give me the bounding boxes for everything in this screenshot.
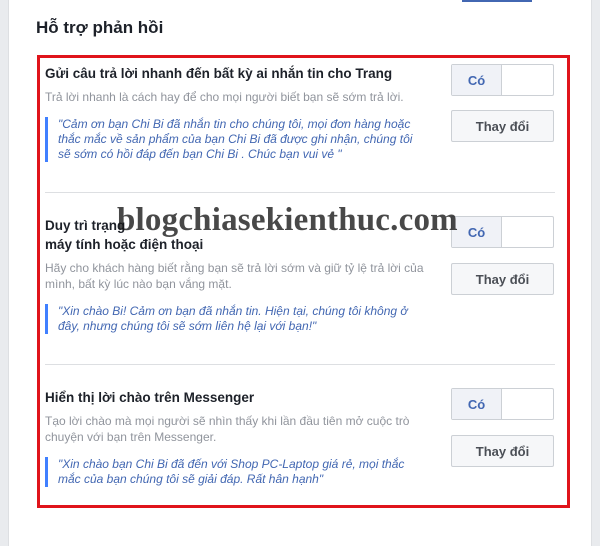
change-button[interactable]: Thay đổi (451, 263, 554, 295)
section-quick-reply: Gửi câu trả lời nhanh đến bất kỳ ai nhắn… (45, 64, 560, 162)
top-tab-indicator (462, 0, 532, 2)
section-description: Tạo lời chào mà mọi người sẽ nhìn thấy k… (45, 414, 410, 444)
section-title-line2: máy tính hoặc điện thoại (45, 237, 204, 252)
enable-toggle[interactable]: Có (451, 388, 554, 420)
change-button[interactable]: Thay đổi (451, 110, 554, 142)
toggle-on-label: Có (452, 389, 502, 419)
message-preview: "Xin chào Bi! Cảm ơn bạn đã nhắn tin. Hi… (45, 304, 420, 334)
enable-toggle[interactable]: Có (451, 216, 554, 248)
section-divider (45, 192, 555, 193)
change-button[interactable]: Thay đổi (451, 435, 554, 467)
page-title: Hỗ trợ phản hồi (36, 18, 164, 37)
section-title: Hiển thị lời chào trên Messenger (45, 390, 255, 405)
toggle-on-label: Có (452, 217, 502, 247)
message-preview: "Cảm ơn bạn Chi Bi đã nhắn tin cho chúng… (45, 117, 420, 162)
section-title-visible: Duy trì trạng (45, 218, 126, 233)
section-title: Gửi câu trả lời nhanh đến bất kỳ ai nhắn… (45, 66, 393, 81)
message-preview: "Xin chào bạn Chi Bi đã đến với Shop PC-… (45, 457, 420, 487)
watermark: blogchiasekienthuc.com (117, 202, 458, 238)
section-divider (45, 364, 555, 365)
toggle-on-label: Có (452, 65, 502, 95)
section-description: Trả lời nhanh là cách hay để cho mọi ngư… (45, 90, 404, 104)
enable-toggle[interactable]: Có (451, 64, 554, 96)
section-description: Hãy cho khách hàng biết rằng bạn sẽ trả … (45, 261, 424, 291)
section-messenger-greeting: Hiển thị lời chào trên Messenger Tạo lời… (45, 388, 560, 487)
